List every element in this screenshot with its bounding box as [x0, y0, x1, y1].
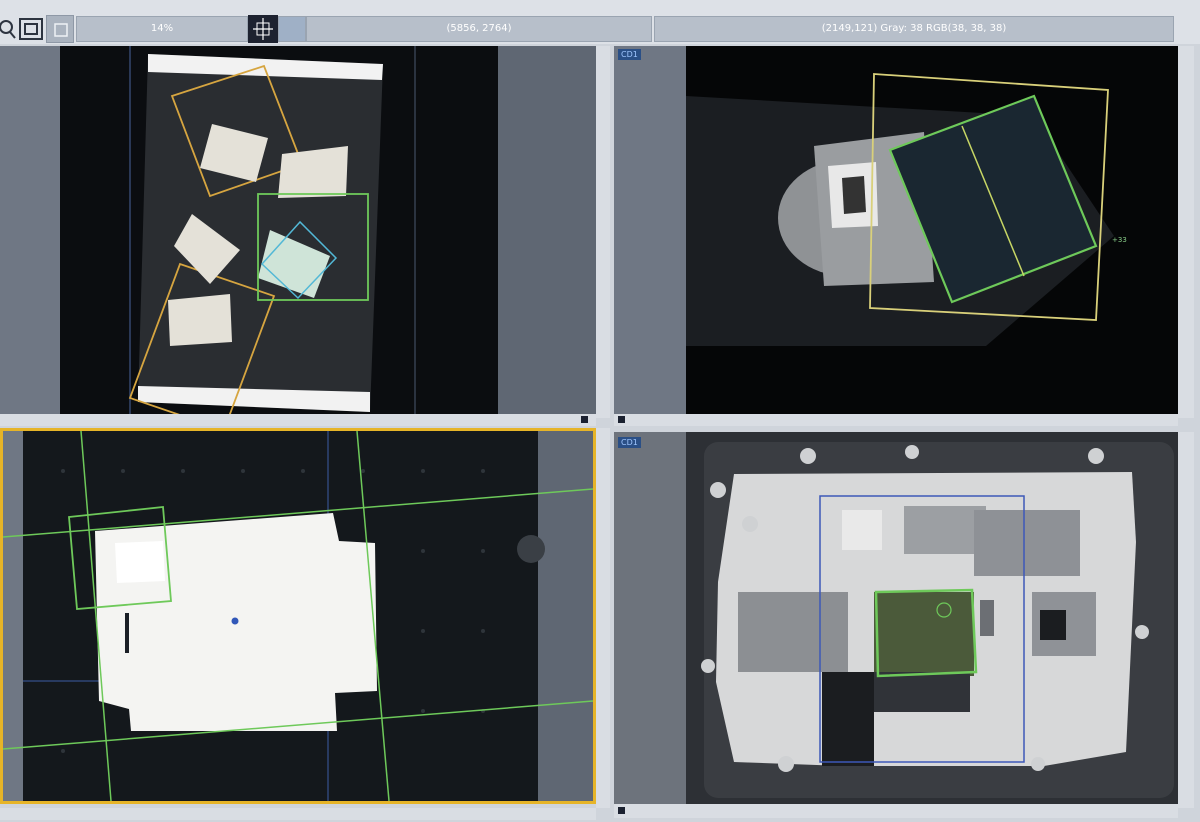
vertical-scrollbar[interactable]	[596, 428, 610, 808]
roi-tool-icon[interactable]	[248, 15, 278, 43]
inspection-image	[3, 431, 593, 801]
inspection-image	[60, 46, 596, 414]
viewer-toolbar: 14% (5856, 2764) (2149,121) Gray: 38 RGB…	[0, 0, 1200, 44]
viewer-top-left[interactable]	[0, 46, 596, 414]
horizontal-scrollbar[interactable]	[614, 804, 1178, 818]
horizontal-scrollbar[interactable]	[0, 808, 596, 820]
viewer-top-right[interactable]: +33 CD1	[614, 46, 1178, 414]
tool-slot[interactable]	[278, 16, 306, 42]
svg-text:+33: +33	[1112, 236, 1127, 244]
part	[168, 294, 232, 346]
part	[874, 592, 974, 676]
pixel-info-field: (2149,121) Gray: 38 RGB(38, 38, 38)	[654, 16, 1174, 42]
grid-icon[interactable]	[46, 15, 74, 43]
viewer-label: CD1	[618, 49, 641, 60]
zoom-level-field: 14%	[76, 16, 248, 42]
part	[278, 146, 348, 198]
viewer-label: CD1	[618, 437, 641, 448]
vertical-scrollbar[interactable]	[1178, 46, 1194, 418]
zoom-icon[interactable]	[0, 15, 18, 43]
fit-window-icon[interactable]	[18, 15, 44, 43]
inspection-image	[614, 432, 1178, 804]
viewer-bottom-right[interactable]: CD1	[614, 432, 1178, 804]
viewer-bottom-left[interactable]	[0, 428, 596, 804]
vertical-scrollbar[interactable]	[1178, 432, 1194, 808]
image-size-field: (5856, 2764)	[306, 16, 652, 42]
horizontal-scrollbar[interactable]	[614, 414, 1178, 426]
horizontal-scrollbar[interactable]	[0, 414, 596, 426]
inspection-image: +33	[686, 46, 1178, 414]
vertical-scrollbar[interactable]	[596, 46, 610, 418]
